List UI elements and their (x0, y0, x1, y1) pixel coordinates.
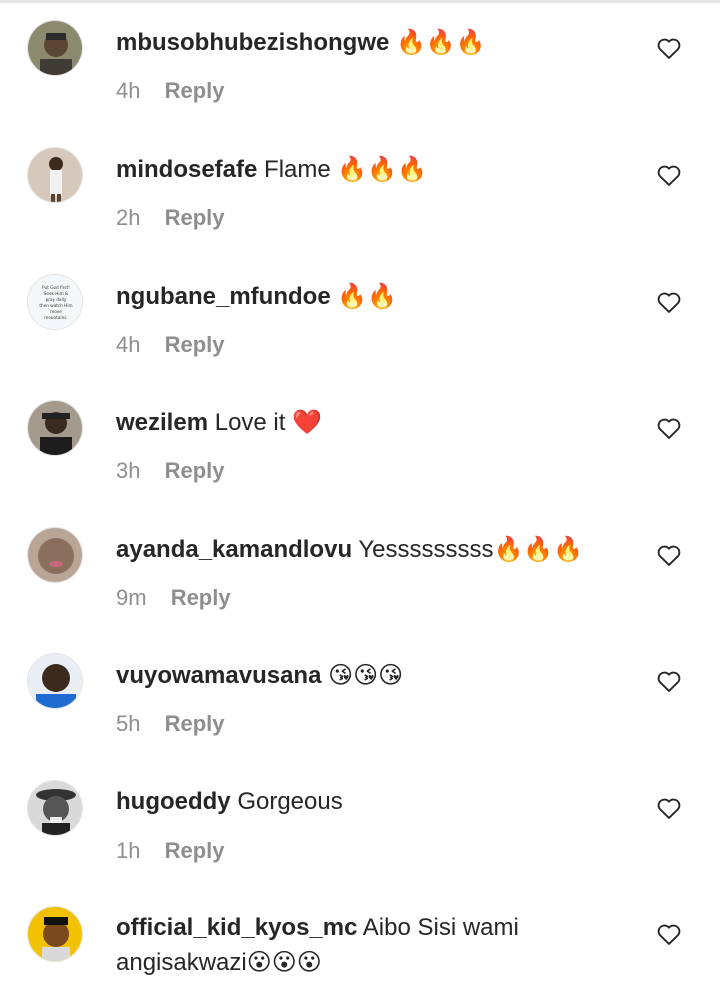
avatar[interactable] (27, 147, 83, 203)
reply-button[interactable]: Reply (165, 332, 225, 357)
comment-item: mbusobhubezishongwe 🔥🔥🔥 4h Reply (0, 20, 720, 146)
timestamp: 5h (116, 711, 141, 736)
comment-text: vuyowamavusana 😘😘😘 (116, 658, 636, 693)
kissing-face-emoji: 😘😘😘 (328, 661, 404, 689)
surprised-face-emoji: 😮😮😮 (246, 948, 322, 976)
comment-text: ayanda_kamandlovu Yesssssssss🔥🔥🔥 (116, 532, 636, 567)
reply-button[interactable]: Reply (171, 585, 231, 610)
reply-button[interactable]: Reply (165, 711, 225, 736)
timestamp: 4h (116, 78, 141, 103)
avatar-text-image: Put God first!Seek Him &pray dailythen w… (28, 275, 82, 329)
heart-outline-icon[interactable] (655, 288, 683, 316)
comment-meta: 2h Reply (116, 205, 225, 231)
heart-outline-icon[interactable] (655, 667, 683, 695)
comment-item: wezilem Love it ❤️ 3h Reply (0, 400, 720, 526)
reply-button[interactable]: Reply (165, 838, 225, 863)
fire-emoji: 🔥🔥🔥 (493, 535, 584, 563)
fire-emoji: 🔥🔥🔥 (396, 28, 486, 56)
top-divider (0, 0, 720, 3)
svg-text:Seek Him &: Seek Him & (44, 291, 69, 296)
comment-item: ayanda_kamandlovu Yesssssssss🔥🔥🔥 9m Repl… (0, 527, 720, 653)
username[interactable]: wezilem (116, 409, 208, 436)
heart-outline-icon[interactable] (655, 161, 683, 189)
comment-item: hugoeddy Gorgeous 1h Reply (0, 780, 720, 906)
username[interactable]: ngubane_mfundoe (116, 283, 331, 310)
comment-text: hugoeddy Gorgeous (116, 785, 636, 819)
heart-outline-icon[interactable] (655, 920, 683, 948)
comment-body: Yesssssssss (358, 536, 494, 563)
username[interactable]: vuyowamavusana (116, 662, 321, 689)
fire-emoji: 🔥🔥 (337, 282, 398, 310)
reply-button[interactable]: Reply (165, 205, 225, 230)
comment-meta: 4h Reply (116, 332, 225, 358)
comment-text: mindosefafe Flame 🔥🔥🔥 (116, 152, 636, 187)
comment-meta: 1h Reply (116, 838, 225, 864)
timestamp: 1h (116, 838, 141, 863)
avatar[interactable] (27, 20, 83, 76)
svg-text:Put God first!: Put God first! (42, 285, 70, 290)
comment-item: vuyowamavusana 😘😘😘 5h Reply (0, 653, 720, 779)
avatar[interactable] (27, 653, 83, 709)
comment-item: official_kid_kyos_mc Aibo Sisi wami angi… (0, 906, 720, 989)
username[interactable]: mbusobhubezishongwe (116, 29, 389, 56)
comment-body: Gorgeous (237, 788, 343, 815)
timestamp: 2h (116, 205, 141, 230)
username[interactable]: hugoeddy (116, 788, 231, 815)
fire-emoji: 🔥🔥🔥 (337, 155, 428, 183)
username[interactable]: official_kid_kyos_mc (116, 914, 357, 941)
comment-body: Love it (214, 409, 286, 436)
avatar[interactable] (27, 527, 83, 583)
comment-item: Put God first! Seek Him & pray daily then w… (0, 274, 720, 400)
reply-button[interactable]: Reply (165, 78, 225, 103)
timestamp: 9m (116, 585, 147, 610)
reply-button[interactable]: Reply (165, 458, 225, 483)
comment-text: wezilem Love it ❤️ (116, 405, 636, 440)
svg-text:move: move (50, 309, 62, 314)
comment-meta: 3h Reply (116, 458, 225, 484)
comment-text: mbusobhubezishongwe 🔥🔥🔥 (116, 25, 636, 60)
avatar[interactable] (27, 400, 83, 456)
svg-text:pray daily: pray daily (46, 297, 67, 302)
comment-meta: 5h Reply (116, 711, 225, 737)
heart-outline-icon[interactable] (655, 34, 683, 62)
comment-meta: 9m Reply (116, 585, 231, 611)
heart-outline-icon[interactable] (655, 794, 683, 822)
comment-meta: 4h Reply (116, 78, 225, 104)
avatar[interactable]: Put God first! Seek Him & pray daily then w… (27, 274, 83, 330)
username[interactable]: ayanda_kamandlovu (116, 536, 352, 563)
red-heart-emoji: ❤️ (292, 408, 322, 436)
username[interactable]: mindosefafe (116, 156, 257, 183)
timestamp: 3h (116, 458, 141, 483)
svg-text:mountains.: mountains. (44, 315, 68, 320)
avatar[interactable] (27, 906, 83, 962)
avatar[interactable] (27, 780, 83, 836)
heart-outline-icon[interactable] (655, 414, 683, 442)
comment-body: Flame (264, 156, 331, 183)
comment-text: ngubane_mfundoe 🔥🔥 (116, 279, 636, 314)
comment-item: mindosefafe Flame 🔥🔥🔥 2h Reply (0, 147, 720, 273)
timestamp: 4h (116, 332, 141, 357)
svg-text:then watch Him: then watch Him (39, 303, 72, 308)
heart-outline-icon[interactable] (655, 541, 683, 569)
comment-text: official_kid_kyos_mc Aibo Sisi wami angi… (116, 911, 636, 980)
